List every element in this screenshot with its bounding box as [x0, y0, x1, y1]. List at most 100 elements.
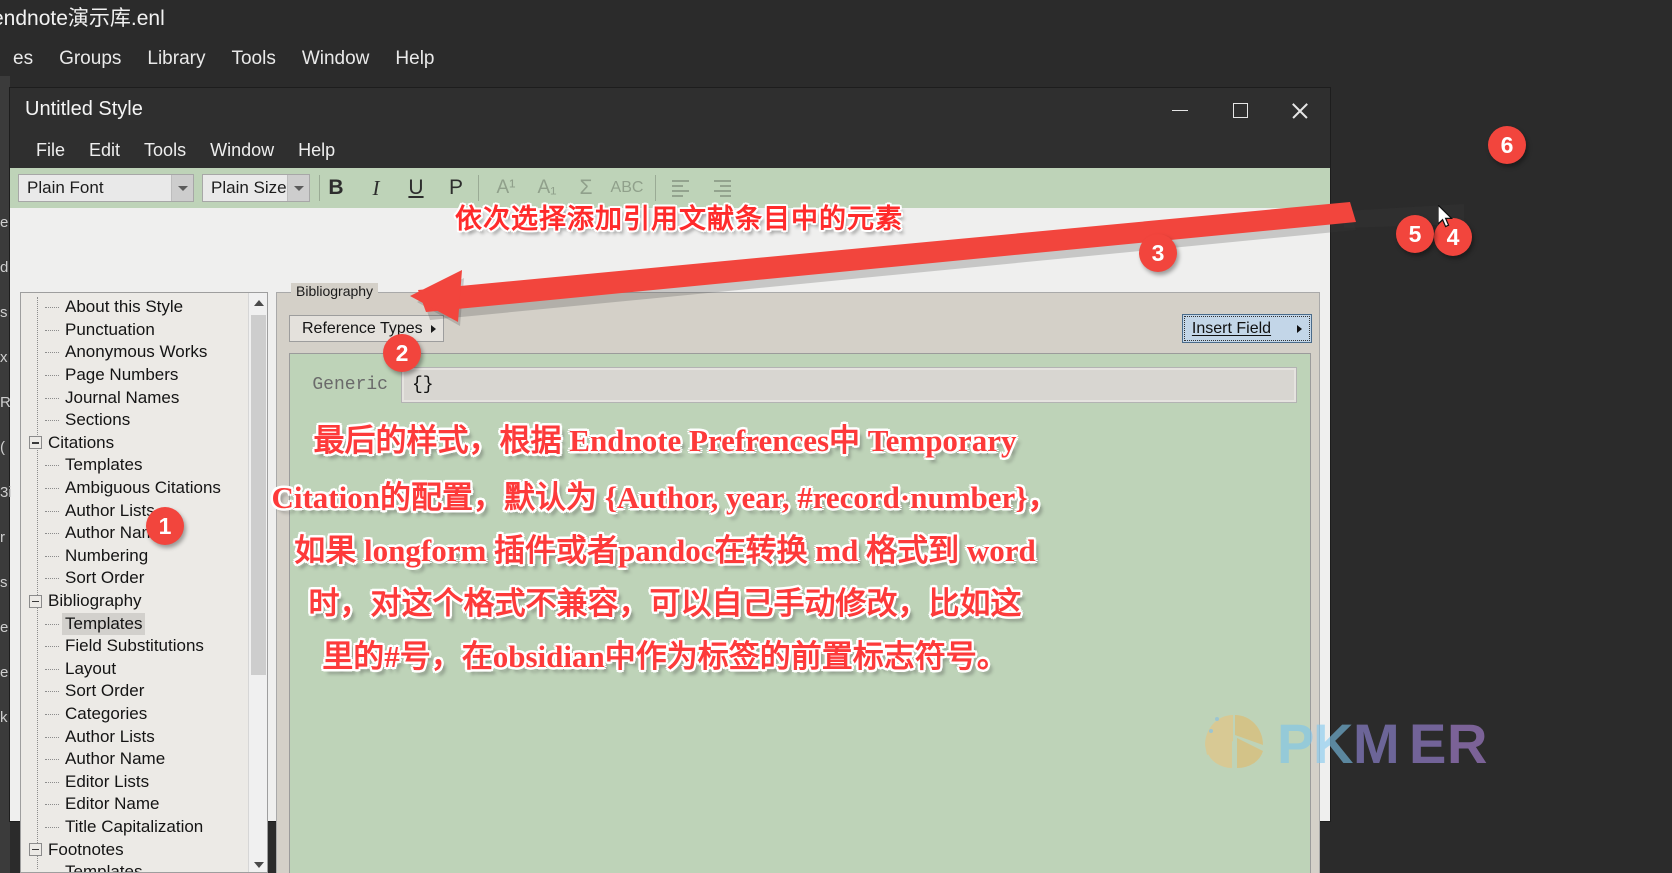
size-select-value: Plain Size	[211, 178, 287, 197]
badge-3: 3	[1139, 234, 1177, 272]
background-hidden-column: e d s x R (3i r s e e k	[0, 200, 11, 820]
tree-item-templates[interactable]: Templates	[21, 861, 249, 873]
ghost-text: e	[0, 214, 9, 231]
tree-branch-icon	[45, 713, 59, 715]
tree-branch-icon	[45, 804, 59, 806]
menu-groups[interactable]: Groups	[46, 46, 134, 72]
tree-branch-icon	[45, 623, 59, 625]
underline-button[interactable]: U	[400, 173, 432, 203]
style-menu-help[interactable]: Help	[286, 138, 347, 163]
annotation-paragraph-line-1: 最后的样式，根据 Endnote Prefrences中 Temporary	[313, 423, 1017, 458]
badge-2: 2	[383, 334, 421, 372]
tree-branch-icon	[45, 465, 59, 467]
style-menu-tools[interactable]: Tools	[132, 138, 198, 163]
tree-item-footnotes[interactable]: Footnotes	[21, 838, 249, 861]
tree-item-label: Title Capitalization	[65, 816, 204, 836]
ghost-text: 3i	[0, 484, 11, 501]
ghost-text: d	[0, 259, 9, 276]
tree-collapse-icon[interactable]	[29, 843, 42, 857]
ghost-text: e	[0, 664, 9, 681]
svg-text:M: M	[1353, 712, 1400, 775]
italic-button[interactable]: I	[360, 173, 392, 203]
menu-help[interactable]: Help	[382, 46, 447, 72]
tree-item-label: Categories	[65, 703, 148, 723]
tree-item-label: Punctuation	[65, 319, 155, 339]
tree-branch-icon	[45, 375, 59, 377]
ghost-text: x	[0, 349, 8, 366]
menu-tools[interactable]: Tools	[218, 46, 288, 72]
tree-item-about-this-style[interactable]: About this Style	[21, 296, 249, 319]
tree-item-author-lists[interactable]: Author Lists	[21, 725, 249, 748]
tree-branch-icon	[45, 781, 59, 783]
annotation-top-note: 依次选择添加引用文献条目中的元素	[455, 204, 903, 234]
tree-item-page-numbers[interactable]: Page Numbers	[21, 364, 249, 387]
ghost-text: k	[0, 709, 8, 726]
annotation-paragraph-line-2: Citation的配置，默认为 {Author, year, #record·n…	[271, 480, 1059, 515]
chevron-down-icon[interactable]	[287, 175, 309, 201]
close-icon[interactable]	[1270, 88, 1330, 133]
menu-references[interactable]: es	[0, 46, 46, 72]
style-window-title: Untitled Style	[25, 98, 143, 120]
tree-item-sort-order[interactable]: Sort Order	[21, 680, 249, 703]
badge-1: 1	[146, 507, 184, 545]
insert-field-dropdown-menu[interactable]: End of ParagraphTabForced SeparationLink…	[1412, 0, 1672, 873]
tree-branch-icon	[45, 691, 59, 693]
align-left-icon	[671, 179, 689, 197]
template-row: Generic {}	[302, 367, 1297, 403]
font-select-value: Plain Font	[27, 178, 104, 197]
style-menu-edit[interactable]: Edit	[77, 138, 132, 163]
tree-item-punctuation[interactable]: Punctuation	[21, 319, 249, 342]
scroll-down-icon[interactable]	[249, 855, 267, 872]
tree-item-author-name[interactable]: Author Name	[21, 748, 249, 771]
endnote-menubar: es Groups Library Tools Window Help	[0, 42, 1330, 76]
size-select[interactable]: Plain Size	[202, 174, 310, 202]
tree-item-label: Templates	[65, 862, 143, 873]
mouse-cursor-icon	[1437, 203, 1454, 229]
tree-item-journal-names[interactable]: Journal Names	[21, 386, 249, 409]
tree-item-label: Sort Order	[65, 681, 145, 701]
tree-branch-icon	[45, 397, 59, 399]
annotation-paragraph-line-4: 时，对这个格式不兼容，可以自己手动修改，比如这	[308, 586, 1022, 621]
ghost-text: s	[0, 574, 8, 591]
minimize-icon[interactable]	[1150, 88, 1210, 133]
chevron-right-icon	[430, 324, 436, 333]
align-right-icon	[713, 179, 731, 197]
tree-branch-icon	[45, 759, 59, 761]
chevron-down-icon[interactable]	[171, 175, 193, 201]
style-window-titlebar: Untitled Style	[10, 88, 1330, 133]
style-menu-window[interactable]: Window	[198, 138, 286, 163]
endnote-titlebar: endnote演示库.enl	[0, 0, 1330, 38]
template-text-value: {}	[412, 375, 434, 395]
tree-item-label: Journal Names	[65, 387, 180, 407]
tree-item-editor-name[interactable]: Editor Name	[21, 793, 249, 816]
endnote-library-title: endnote演示库.enl	[0, 7, 165, 30]
tree-item-title-capitalization[interactable]: Title Capitalization	[21, 816, 249, 839]
tree-branch-icon	[45, 307, 59, 309]
menu-right-edge	[1662, 0, 1672, 873]
scroll-up-icon[interactable]	[249, 293, 267, 312]
tree-item-editor-lists[interactable]: Editor Lists	[21, 770, 249, 793]
tree-item-label: Page Numbers	[65, 365, 179, 385]
ghost-text: R	[0, 394, 11, 411]
insert-field-label: Insert Field	[1191, 319, 1272, 337]
menu-library[interactable]: Library	[134, 46, 218, 72]
tree-branch-icon	[45, 736, 59, 738]
menu-window[interactable]: Window	[289, 46, 383, 72]
maximize-icon[interactable]	[1210, 88, 1270, 133]
style-menu-file[interactable]: File	[24, 138, 77, 163]
tree-item-categories[interactable]: Categories	[21, 703, 249, 726]
annotation-paragraph-line-3: 如果 longform 插件或者pandoc在转换 md 格式到 word	[294, 533, 1036, 568]
font-select[interactable]: Plain Font	[18, 174, 194, 202]
insert-field-button[interactable]: Insert Field	[1182, 314, 1312, 343]
tree-branch-icon	[45, 352, 59, 354]
ghost-text: r	[0, 529, 5, 546]
style-window-menubar: File Edit Tools Window Help	[10, 133, 1330, 168]
bold-button[interactable]: B	[320, 173, 352, 203]
group-legend-label: Bibliography	[291, 283, 379, 299]
chevron-right-icon	[1297, 324, 1303, 333]
tree-item-anonymous-works[interactable]: Anonymous Works	[21, 341, 249, 364]
tree-item-label: Author Name	[65, 749, 166, 769]
tree-item-label: About this Style	[65, 297, 184, 317]
reference-types-button[interactable]: Reference Types	[289, 315, 444, 342]
template-text-input[interactable]: {}	[401, 367, 1297, 403]
